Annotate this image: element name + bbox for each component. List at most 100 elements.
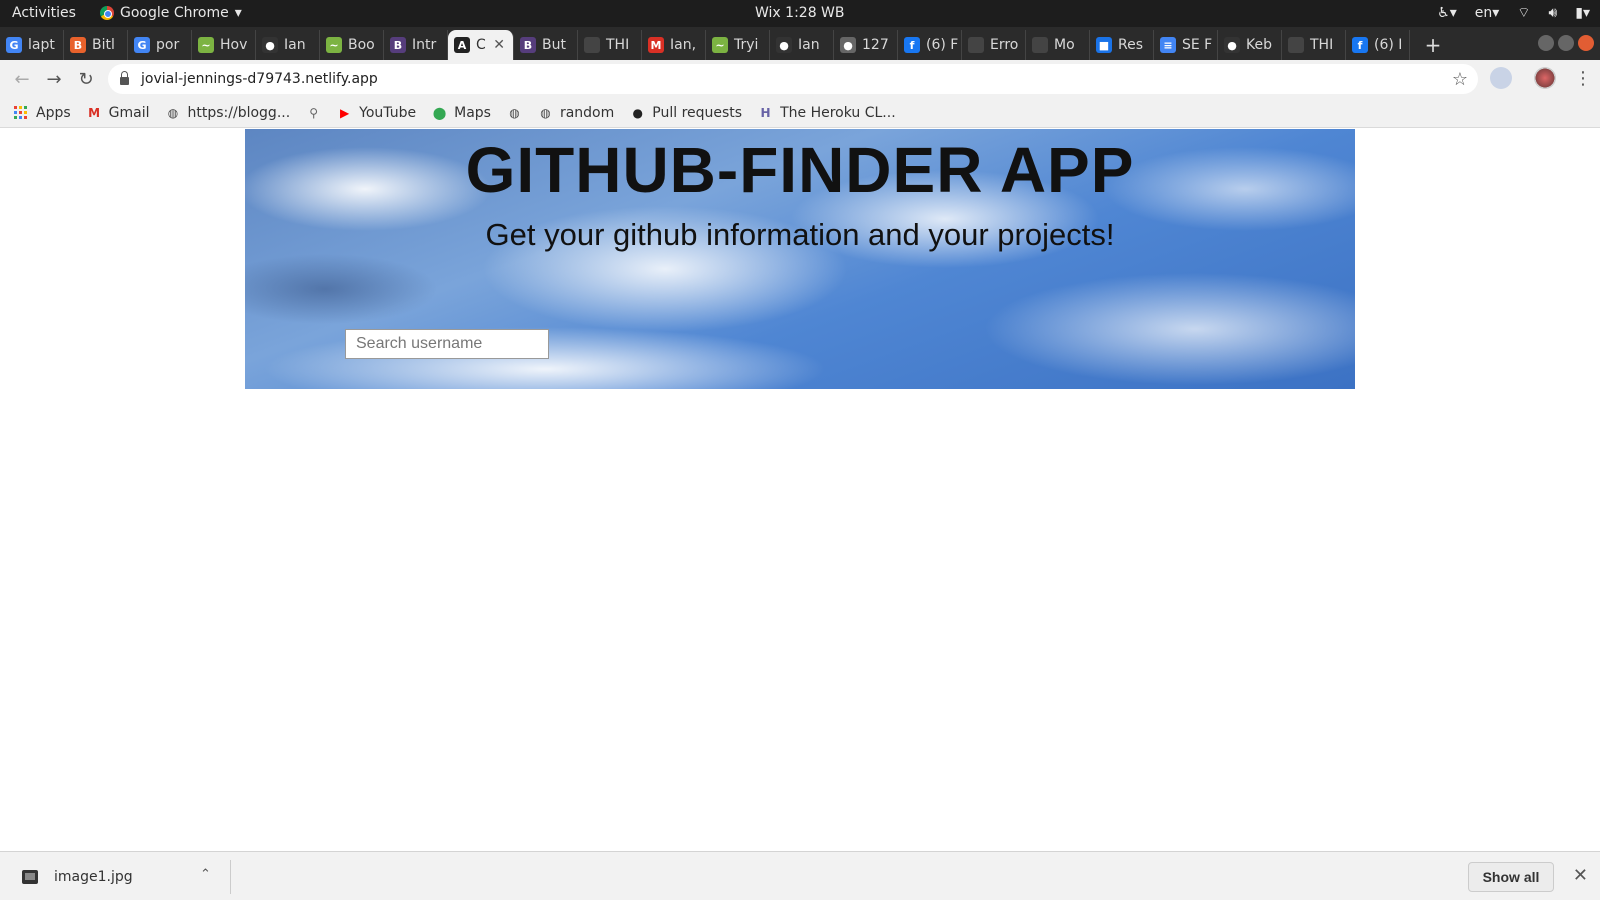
language-indicator[interactable]: en▾ bbox=[1475, 5, 1500, 21]
app-menu[interactable]: Google Chrome ▾ bbox=[100, 5, 242, 21]
tab-label: THI bbox=[606, 37, 630, 53]
bookmark-item[interactable]: ⬤ Maps bbox=[432, 105, 491, 121]
tab-favicon-icon: ● bbox=[1224, 37, 1240, 53]
reload-icon[interactable]: ↻ bbox=[70, 63, 102, 95]
system-top-bar: Activities Google Chrome ▾ Wix 1:28 WB ♿… bbox=[0, 0, 1600, 27]
activities-button[interactable]: Activities bbox=[12, 5, 76, 21]
extension-icon[interactable] bbox=[1490, 67, 1512, 89]
bookmark-item[interactable]: ● Pull requests bbox=[630, 105, 743, 121]
tab-favicon-icon: ~ bbox=[712, 37, 728, 53]
close-window-icon[interactable] bbox=[1578, 35, 1594, 51]
bookmark-item[interactable]: ◍ https://blogg... bbox=[166, 105, 290, 121]
bookmark-item[interactable]: Apps bbox=[14, 105, 71, 121]
heroku-icon: H bbox=[760, 105, 771, 120]
tab-favicon-icon: B bbox=[520, 37, 536, 53]
close-icon[interactable]: ✕ bbox=[1573, 865, 1588, 886]
download-filename[interactable]: image1.jpg bbox=[54, 869, 133, 885]
tab-label: 127 bbox=[862, 37, 889, 53]
divider bbox=[230, 860, 231, 894]
new-tab-icon[interactable]: + bbox=[1418, 30, 1448, 60]
accessibility-icon[interactable]: ♿▾ bbox=[1437, 5, 1457, 21]
globe-icon: ◍ bbox=[540, 105, 551, 120]
tab-favicon-icon bbox=[1288, 37, 1304, 53]
tab-favicon-icon: ■ bbox=[1096, 37, 1112, 53]
github-icon: ● bbox=[632, 105, 643, 120]
close-tab-icon[interactable]: ✕ bbox=[493, 37, 505, 53]
tab-favicon-icon: B bbox=[70, 37, 86, 53]
tab-label: C bbox=[476, 37, 486, 53]
tab-favicon-icon bbox=[1032, 37, 1048, 53]
bookmark-label: The Heroku CL... bbox=[780, 104, 896, 121]
tab-favicon-icon: ≡ bbox=[1160, 37, 1176, 53]
bookmark-item[interactable]: ⚲ bbox=[306, 105, 321, 120]
bookmark-item[interactable]: M Gmail bbox=[87, 105, 149, 121]
tab-label: THI bbox=[1310, 37, 1334, 53]
tab-label: Bitl bbox=[92, 37, 115, 53]
tab-5[interactable]: ~ Boo bbox=[320, 30, 384, 60]
tab-favicon-icon: B bbox=[390, 37, 406, 53]
tab-21[interactable]: f (6) I bbox=[1346, 30, 1410, 60]
tab-16[interactable]: Mo bbox=[1026, 30, 1090, 60]
tab-0[interactable]: Glapt bbox=[0, 30, 64, 60]
chevron-up-icon[interactable]: ⌃ bbox=[200, 867, 211, 882]
tab-9[interactable]: THI bbox=[578, 30, 642, 60]
tab-label: Mo bbox=[1054, 37, 1075, 53]
minimize-icon[interactable] bbox=[1538, 35, 1554, 51]
tab-1[interactable]: B Bitl bbox=[64, 30, 128, 60]
tab-6[interactable]: B Intr bbox=[384, 30, 448, 60]
tab-3[interactable]: ~ Hov bbox=[192, 30, 256, 60]
show-all-button[interactable]: Show all bbox=[1468, 862, 1554, 892]
tab-19[interactable]: ● Keb bbox=[1218, 30, 1282, 60]
bookmark-item[interactable]: H The Heroku CL... bbox=[758, 105, 896, 121]
tab-favicon-icon: f bbox=[904, 37, 920, 53]
tab-7[interactable]: A C ✕ bbox=[448, 30, 514, 60]
tab-15[interactable]: Erro bbox=[962, 30, 1026, 60]
tab-20[interactable]: THI bbox=[1282, 30, 1346, 60]
tab-label: Tryi bbox=[734, 37, 759, 53]
bookmark-label: random bbox=[559, 104, 615, 121]
tab-4[interactable]: ● Ian bbox=[256, 30, 320, 60]
lock-icon[interactable] bbox=[120, 71, 129, 85]
back-icon[interactable]: ← bbox=[6, 63, 38, 95]
tab-favicon-icon: ● bbox=[840, 37, 856, 53]
tab-favicon-icon: f bbox=[1352, 37, 1368, 53]
navigation-toolbar: ← → ↻ jovial-jennings-d79743.netlify.app… bbox=[0, 60, 1600, 98]
tab-label: Erro bbox=[990, 37, 1019, 53]
url-text[interactable]: jovial-jennings-d79743.netlify.app bbox=[141, 71, 378, 87]
tab-17[interactable]: ■ Res bbox=[1090, 30, 1154, 60]
bookmark-item[interactable]: ◍ random bbox=[538, 105, 614, 121]
search-username-input[interactable] bbox=[345, 329, 549, 359]
tab-label: Intr bbox=[412, 37, 437, 53]
tab-18[interactable]: ≡ SE F bbox=[1154, 30, 1218, 60]
wifi-icon[interactable]: ⌔ bbox=[1517, 4, 1530, 22]
tab-2[interactable]: Gpor bbox=[128, 30, 192, 60]
tab-12[interactable]: ● Ian bbox=[770, 30, 834, 60]
globe-icon: ◍ bbox=[167, 105, 179, 120]
youtube-icon: ▶ bbox=[340, 105, 350, 120]
maximize-icon[interactable] bbox=[1558, 35, 1574, 51]
volume-icon[interactable]: 🔊︎ bbox=[1548, 5, 1557, 21]
tab-label: But bbox=[542, 37, 566, 53]
bookmark-item[interactable]: ◍ bbox=[507, 105, 522, 120]
menu-kebab-icon[interactable]: ⋮ bbox=[1574, 68, 1592, 89]
bookmark-star-icon[interactable]: ☆ bbox=[1452, 69, 1468, 90]
tab-label: por bbox=[156, 37, 180, 53]
battery-icon[interactable]: ▮▾ bbox=[1575, 5, 1590, 21]
profile-avatar[interactable] bbox=[1534, 67, 1556, 89]
tab-favicon-icon bbox=[584, 37, 600, 53]
tab-14[interactable]: f (6) F bbox=[898, 30, 962, 60]
address-bar[interactable]: jovial-jennings-d79743.netlify.app ☆ bbox=[108, 64, 1478, 94]
tab-13[interactable]: ● 127 bbox=[834, 30, 898, 60]
tab-10[interactable]: M Ian, bbox=[642, 30, 706, 60]
tab-8[interactable]: B But bbox=[514, 30, 578, 60]
forward-icon[interactable]: → bbox=[38, 63, 70, 95]
gmail-icon: M bbox=[88, 105, 101, 120]
apps-grid-icon bbox=[14, 105, 29, 120]
bookmark-item[interactable]: ▶ YouTube bbox=[337, 105, 416, 121]
tab-favicon-icon: ~ bbox=[198, 37, 214, 53]
clock[interactable]: Wix 1:28 WB bbox=[755, 5, 845, 21]
tab-favicon-icon: ● bbox=[776, 37, 792, 53]
tab-11[interactable]: ~ Tryi bbox=[706, 30, 770, 60]
bookmark-label: Apps bbox=[36, 104, 71, 121]
chevron-down-icon: ▾ bbox=[234, 5, 242, 21]
